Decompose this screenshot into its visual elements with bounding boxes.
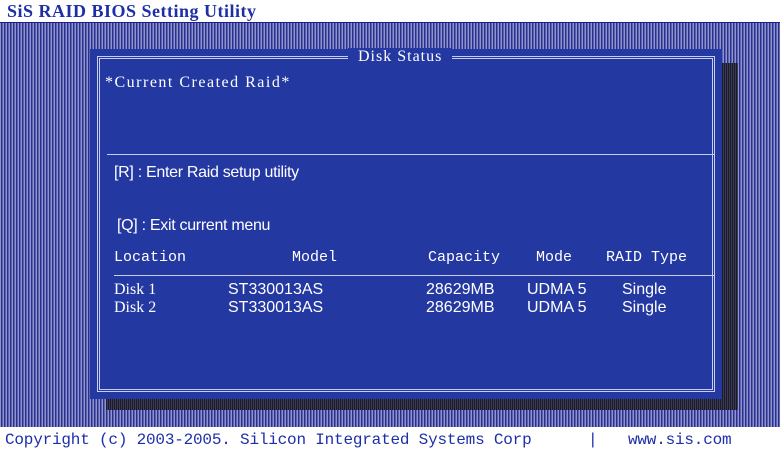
disk-mode: UDMA 5 [527, 281, 587, 298]
title-bar: SiS RAID BIOS Setting Utility [0, 0, 780, 23]
column-header-location: Location [114, 249, 187, 266]
panel-title: Disk Status [348, 48, 453, 66]
column-header-model: Model [292, 249, 338, 266]
panel-frame: *Current Created Raid* [R] : Enter Raid … [97, 56, 715, 392]
website-text: www.sis.com [628, 431, 732, 449]
disk-raid-type: Single [622, 299, 667, 316]
disk-location: Disk 2 [114, 299, 157, 316]
disk-location: Disk 1 [114, 281, 157, 298]
current-raid-label: *Current Created Raid* [105, 74, 291, 91]
column-header-raid-type: RAID Type [606, 249, 688, 266]
footer-separator: | [588, 431, 598, 449]
exit-menu-option[interactable]: [Q] : Exit current menu [117, 217, 270, 235]
column-header-capacity: Capacity [428, 249, 501, 266]
column-header-mode: Mode [536, 249, 573, 266]
status-bar: Copyright (c) 2003-2005. Silicon Integra… [0, 429, 780, 454]
app-title: SiS RAID BIOS Setting Utility [7, 1, 257, 21]
copyright-text: Copyright (c) 2003-2005. Silicon Integra… [5, 431, 532, 449]
enter-raid-setup-option[interactable]: [R] : Enter Raid setup utility [114, 164, 299, 182]
section-divider [107, 154, 715, 155]
disk-mode: UDMA 5 [527, 299, 587, 316]
disk-model: ST330013AS [228, 299, 324, 316]
disk-status-panel: *Current Created Raid* [R] : Enter Raid … [90, 48, 722, 399]
disk-capacity: 28629MB [426, 299, 495, 316]
header-divider [114, 275, 715, 276]
disk-raid-type: Single [622, 281, 667, 298]
disk-model: ST330013AS [228, 281, 324, 298]
disk-capacity: 28629MB [426, 281, 495, 298]
